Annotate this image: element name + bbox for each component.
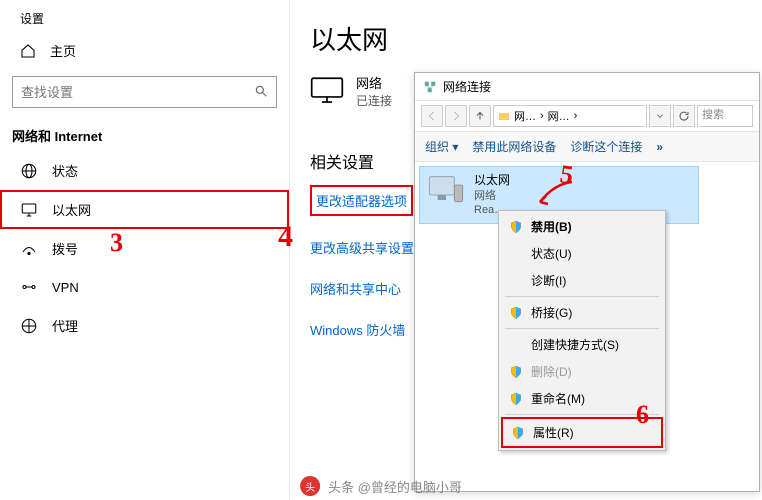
address-bar[interactable]: 网… › 网… › <box>493 105 647 127</box>
nav-status[interactable]: 状态 <box>0 151 289 190</box>
annotation-arrow-5 <box>536 180 576 208</box>
ctx-label: 删除(D) <box>531 363 572 380</box>
nav-ethernet[interactable]: 以太网 <box>0 190 289 229</box>
window-title: 网络连接 <box>443 78 491 95</box>
page-title: 以太网 <box>310 20 750 57</box>
globe-icon <box>20 162 38 180</box>
window-titlebar: 网络连接 <box>415 73 759 101</box>
watermark: 头 头条 @曾经的电脑小哥 <box>300 476 462 496</box>
search-box[interactable]: 搜索 <box>697 105 753 127</box>
chevron-right-icon: › <box>540 110 544 122</box>
watermark-text: 头条 @曾经的电脑小哥 <box>328 477 462 496</box>
ctx-label: 状态(U) <box>531 245 572 262</box>
separator <box>505 328 659 329</box>
nav-vpn[interactable]: VPN <box>0 268 289 306</box>
refresh-button[interactable] <box>673 105 695 127</box>
ctx-label: 创建快捷方式(S) <box>531 336 619 353</box>
ctx-label: 诊断(I) <box>531 272 566 289</box>
ctx-label: 桥接(G) <box>531 304 572 321</box>
settings-app-title: 设置 <box>0 0 289 27</box>
monitor-icon <box>310 76 344 106</box>
section-network-internet: 网络和 Internet <box>0 118 289 151</box>
shield-icon <box>509 306 523 320</box>
window-toolbar: 网… › 网… › 搜索 <box>415 101 759 132</box>
home-nav[interactable]: 主页 <box>0 27 289 70</box>
ethernet-name: 网络 <box>356 73 392 92</box>
separator <box>505 296 659 297</box>
ctx-delete[interactable]: 删除(D) <box>501 358 663 385</box>
ctx-shortcut[interactable]: 创建快捷方式(S) <box>501 331 663 358</box>
search-icon <box>254 84 268 101</box>
ctx-label: 重命名(M) <box>531 390 585 407</box>
vpn-icon <box>20 278 38 296</box>
settings-sidebar: 设置 主页 网络和 Internet 状态 以太网 拨号 VPN 代理 <box>0 0 290 500</box>
ctx-disable[interactable]: 禁用(B) <box>501 213 663 240</box>
link-change-adapter[interactable]: 更改适配器选项 <box>310 185 413 216</box>
nav-proxy[interactable]: 代理 <box>0 306 289 345</box>
shield-icon <box>511 426 525 440</box>
annotation-4: 4 <box>278 220 293 254</box>
ctx-diagnose[interactable]: 诊断(I) <box>501 267 663 294</box>
proxy-icon <box>20 317 38 335</box>
dialup-icon <box>20 240 38 258</box>
ethernet-icon <box>20 201 38 219</box>
breadcrumb-1[interactable]: 网… <box>514 108 536 124</box>
dropdown-button[interactable] <box>649 105 671 127</box>
nav-label: 拨号 <box>52 239 78 258</box>
adapter-network: 网络 <box>474 189 510 203</box>
up-button[interactable] <box>469 105 491 127</box>
shield-icon <box>509 220 523 234</box>
shield-icon <box>509 365 523 379</box>
ctx-status[interactable]: 状态(U) <box>501 240 663 267</box>
back-button[interactable] <box>421 105 443 127</box>
adapter-icon <box>426 173 466 207</box>
shield-icon <box>509 392 523 406</box>
ethernet-connected: 已连接 <box>356 92 392 109</box>
annotation-6: 6 <box>636 400 649 430</box>
network-icon <box>423 80 437 94</box>
breadcrumb-2[interactable]: 网… <box>548 108 570 124</box>
adapter-name: 以太网 <box>474 173 510 189</box>
watermark-logo: 头 <box>300 476 320 496</box>
nav-label: 代理 <box>52 316 78 335</box>
home-label: 主页 <box>50 41 76 60</box>
nav-label: 状态 <box>52 161 78 180</box>
search-field[interactable] <box>21 85 221 100</box>
nav-label: VPN <box>52 280 79 295</box>
nav-dialup[interactable]: 拨号 <box>0 229 289 268</box>
forward-button[interactable] <box>445 105 467 127</box>
cmd-more[interactable]: » <box>656 140 663 154</box>
command-bar: 组织 ▾ 禁用此网络设备 诊断这个连接 » <box>415 132 759 162</box>
cmd-organize[interactable]: 组织 ▾ <box>425 138 458 155</box>
search-input[interactable] <box>12 76 277 108</box>
ethernet-labels: 网络 已连接 <box>356 73 392 109</box>
cmd-diagnose[interactable]: 诊断这个连接 <box>570 138 642 155</box>
chevron-right-icon: › <box>574 110 578 122</box>
ctx-label: 属性(R) <box>533 424 574 441</box>
cmd-disable-device[interactable]: 禁用此网络设备 <box>472 138 556 155</box>
home-icon <box>20 43 36 59</box>
ctx-bridge[interactable]: 桥接(G) <box>501 299 663 326</box>
folder-icon <box>498 110 510 122</box>
annotation-3: 3 <box>110 228 123 258</box>
ctx-label: 禁用(B) <box>531 218 572 235</box>
nav-label: 以太网 <box>52 200 91 219</box>
